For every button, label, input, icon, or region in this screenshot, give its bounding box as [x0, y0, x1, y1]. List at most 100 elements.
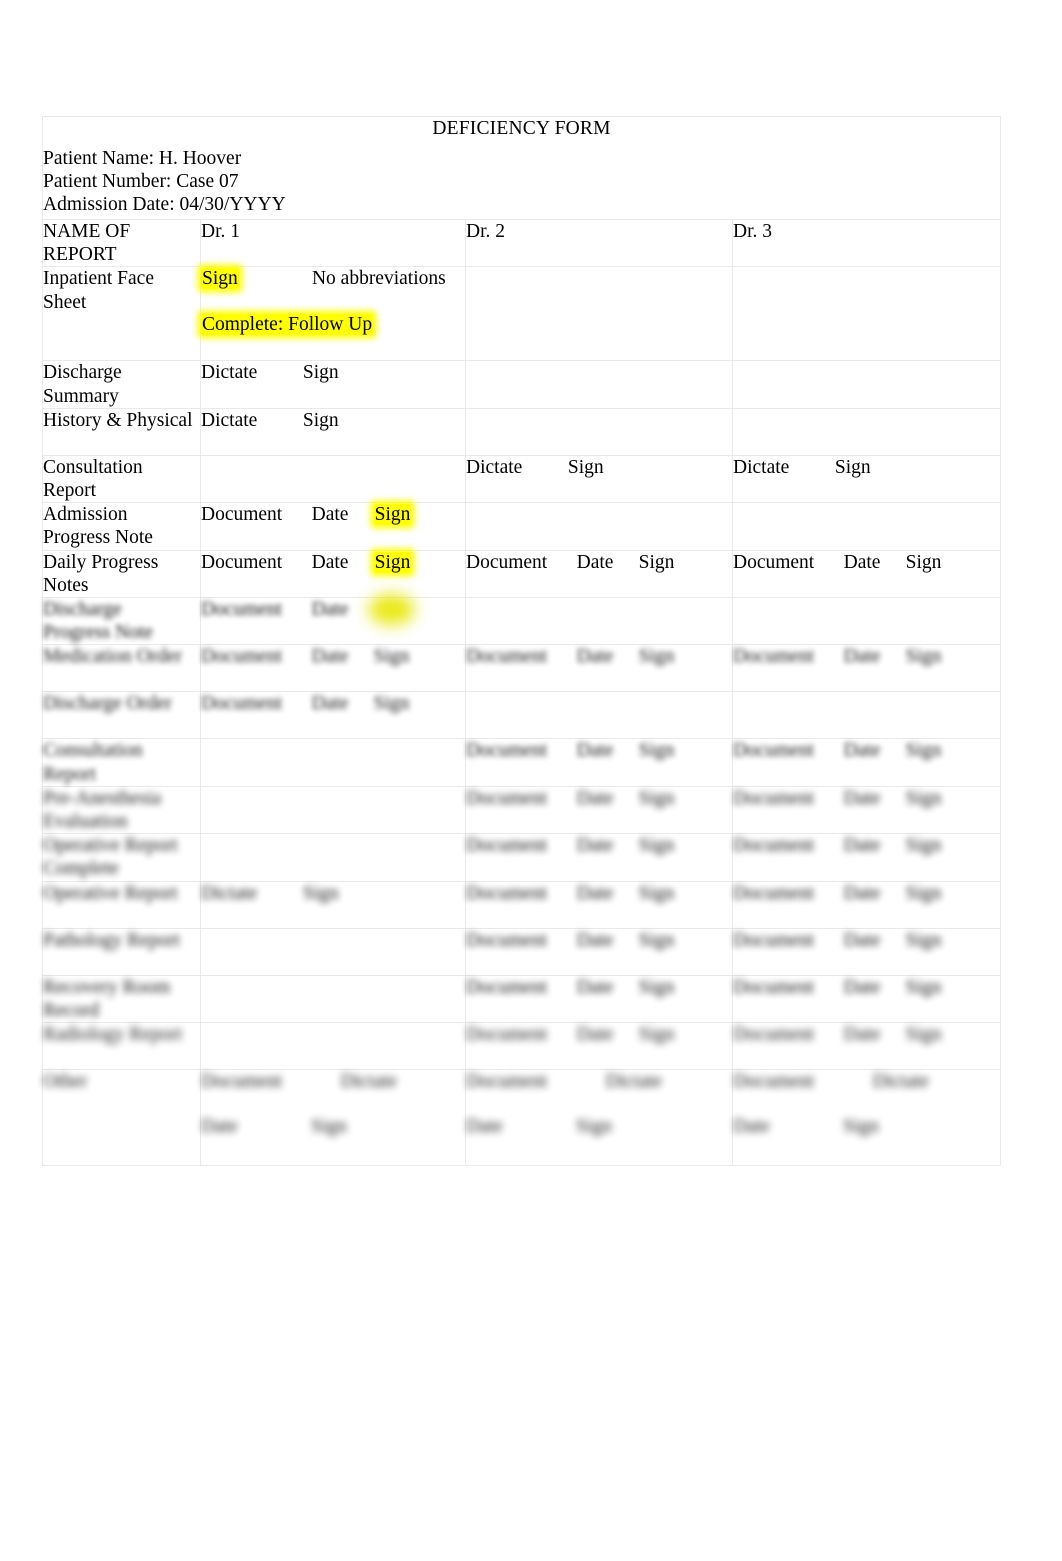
cell-dr2 [465, 266, 733, 362]
token-line: Sign No abbreviations [201, 267, 465, 290]
cell-token: Date [576, 551, 614, 573]
cell-token: Document [466, 646, 548, 668]
token-line: Dictate Sign [201, 882, 465, 905]
token-line: Dictate Sign [466, 456, 732, 479]
cell-token: Sign [905, 740, 942, 762]
cell-dr3 [731, 407, 1002, 456]
row-label-line1: Daily Progress [43, 551, 159, 573]
title-cell: DEFICIENCY FORM [41, 116, 1002, 147]
cell-token: Sign [373, 693, 410, 715]
cell-token: Sign [905, 835, 942, 857]
token-line: Document Date Sign [733, 787, 1000, 810]
token-line: Dictate Sign [733, 456, 1000, 479]
column-header-row: NAME OF REPORT Dr. 1 Dr. 2 Dr. 3 [42, 218, 1002, 268]
row-label-line1: Other [43, 1071, 88, 1093]
cell-dr1: Document Date Sign [200, 597, 466, 646]
table-row: Consultation Report Dictate Sign Dictate Sign [42, 454, 1002, 504]
cell-token: Sign [567, 456, 604, 478]
cell-token: Document [201, 551, 283, 573]
header-name-line2: REPORT [43, 244, 117, 266]
token-line: Document Date Sign [201, 692, 465, 715]
token-line: Complete: Follow Up [201, 313, 465, 336]
row-label-line2: Evaluation [43, 811, 128, 833]
row-label: Consultation Report [42, 454, 201, 504]
cell-dr3 [731, 360, 1002, 409]
cell-token: Sign [834, 456, 871, 478]
row-label-line1: Radiology Report [43, 1024, 183, 1046]
cell-token: Dictate [733, 456, 790, 478]
token-line: Document Date Sign [733, 882, 1000, 905]
cell-token: Sign [638, 646, 675, 668]
cell-dr1 [200, 785, 466, 835]
row-label-line2: Progress Note [43, 622, 153, 644]
cell-dr1 [200, 1022, 466, 1071]
row-label-line2: Sheet [43, 291, 87, 313]
cell-dr2: Document Date Sign [465, 1022, 733, 1071]
cell-token: Sign [905, 787, 942, 809]
cell-token: Date [843, 1024, 881, 1046]
highlight-marker: Sign [373, 551, 412, 573]
token-line: Document Date Sign [466, 551, 732, 574]
row-label: Recovery Room Record [42, 974, 201, 1024]
cell-token: Document [466, 929, 548, 951]
cell-token: Sign [905, 1024, 942, 1046]
cell-dr3: Document Date Sign [731, 974, 1002, 1024]
cell-token: Date [843, 929, 881, 951]
cell-token: Dictate [872, 1071, 929, 1093]
cell-token: Document [466, 835, 548, 857]
table-row: Daily Progress Notes Document Date Sign Docum… [42, 549, 1002, 599]
cell-dr2: Document Date Sign [465, 738, 733, 787]
cell-dr2: Document Date Sign [465, 833, 733, 882]
cell-token: Document [733, 787, 815, 809]
row-label-line2: Complete [43, 858, 119, 880]
token-line: Document Date Sign [201, 598, 465, 621]
cell-token: Date [843, 646, 881, 668]
cell-token: Date [311, 551, 349, 573]
cell-token: Sign [905, 646, 942, 668]
cell-dr1 [200, 454, 466, 504]
cell-dr1 [200, 927, 466, 976]
row-label: Discharge Summary [42, 360, 201, 409]
table-row: Pathology Report Document Date Sign Document… [42, 927, 1002, 976]
token-line: Document Date Sign [466, 1023, 732, 1046]
cell-token: Sign [302, 362, 339, 384]
cell-token: Sign [638, 976, 675, 998]
row-label: Operative Report Complete [42, 833, 201, 882]
token-line: Document Date Sign [466, 645, 732, 668]
row-label-line2: Summary [43, 385, 119, 407]
cell-dr3: Document Date Sign [731, 785, 1002, 835]
cell-token: Sign [638, 882, 675, 904]
cell-token: Date [311, 646, 349, 668]
cell-token: Document [466, 976, 548, 998]
cell-dr2: Document Date Sign [465, 927, 733, 976]
cell-dr2: Document Dictate Date Sign [465, 1069, 733, 1167]
token-line: Date Sign [201, 1115, 465, 1138]
cell-token: Document [733, 740, 815, 762]
token-line: Document Date Sign [733, 645, 1000, 668]
table-row: Operative Report Complete Document Date Sign… [42, 833, 1002, 882]
cell-token: Date [843, 976, 881, 998]
cell-dr3: Document Date Sign [731, 880, 1002, 929]
row-label: Inpatient Face Sheet [42, 266, 201, 362]
token-line: Document Date Sign [733, 739, 1000, 762]
cell-dr1: Document Date Sign [200, 549, 466, 599]
cell-token: Date [201, 1116, 238, 1138]
token-line: Dictate Sign [201, 361, 465, 384]
cell-token: Complete: Follow Up [201, 313, 374, 336]
cell-dr3 [731, 502, 1002, 551]
cell-token: Date [466, 1116, 503, 1138]
row-label: Consultation Report [42, 738, 201, 787]
highlight-marker: Sign [201, 268, 239, 290]
highlight-marker: Sign [373, 599, 410, 621]
table-row: Discharge Summary Dictate Sign [42, 360, 1002, 409]
row-label: Admission Progress Note [42, 502, 201, 551]
patient-info-cell: Patient Name: H. Hoover Patient Number: … [41, 147, 1002, 220]
highlight-marker: Sign [373, 504, 412, 526]
cell-token: Date [576, 646, 614, 668]
cell-dr2 [465, 597, 733, 646]
token-line: Document Date Sign [201, 503, 465, 526]
cell-dr3: Document Date Sign [731, 927, 1002, 976]
cell-token: Document [733, 1024, 815, 1046]
cell-token: Document [466, 787, 548, 809]
cell-token: Sign [302, 409, 339, 431]
